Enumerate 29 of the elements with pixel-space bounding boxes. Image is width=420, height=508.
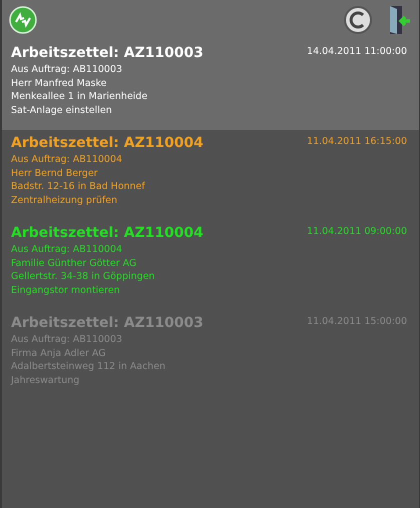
worksheet-item[interactable]: Arbeitszettel: AZ110003 14.04.2011 11:00:00 Aus Auftrag: AB110003 Herr Manfred Maske Menkeallee 1 in Marienheide Sat-Anlage einstellen bbox=[2, 40, 419, 130]
worksheet-detail: Zentralheizung prüfen bbox=[11, 194, 118, 207]
worksheet-datetime: 11.04.2011 15:00:00 bbox=[306, 316, 407, 327]
worksheet-detail: Sat-Anlage einstellen bbox=[11, 104, 113, 117]
worksheet-title: Arbeitszettel: AZ110003 bbox=[11, 44, 204, 63]
worksheet-detail: Gellertstr. 34-38 in Göppingen bbox=[11, 270, 156, 284]
sync-icon bbox=[9, 6, 37, 34]
worksheet-detail: Familie Günther Götter AG bbox=[11, 256, 138, 270]
copyright-icon bbox=[343, 5, 373, 35]
worksheet-detail: Badstr. 12-16 in Bad Honnef bbox=[11, 180, 146, 194]
sync-button[interactable] bbox=[8, 5, 38, 35]
worksheet-detail: Herr Manfred Maske bbox=[11, 76, 108, 90]
worksheet-detail: Jahreswartung bbox=[11, 374, 80, 387]
worksheet-detail: Aus Auftrag: AB110004 bbox=[11, 153, 124, 166]
worksheet-detail: Eingangstor montieren bbox=[11, 284, 121, 297]
worksheet-detail: Herr Bernd Berger bbox=[11, 166, 99, 180]
worksheet-detail: Adalbertsteinweg 112 in Aachen bbox=[11, 360, 166, 374]
worksheet-detail: Firma Anja Adler AG bbox=[11, 346, 107, 360]
worksheet-datetime: 11.04.2011 16:15:00 bbox=[306, 136, 407, 147]
worksheet-title: Arbeitszettel: AZ110004 bbox=[11, 224, 204, 243]
worksheet-title: Arbeitszettel: AZ110004 bbox=[11, 134, 204, 153]
worksheet-detail: Aus Auftrag: AB110003 bbox=[11, 63, 124, 76]
worksheet-title: Arbeitszettel: AZ110003 bbox=[11, 314, 204, 333]
worksheet-detail: Aus Auftrag: AB110004 bbox=[11, 243, 124, 256]
worksheet-datetime: 11.04.2011 09:00:00 bbox=[306, 226, 407, 237]
worksheet-detail: Menkeallee 1 in Marienheide bbox=[11, 90, 148, 104]
copyright-button[interactable] bbox=[343, 5, 373, 35]
worksheet-detail: Aus Auftrag: AB110003 bbox=[11, 333, 124, 346]
worksheet-datetime: 14.04.2011 11:00:00 bbox=[306, 46, 407, 57]
